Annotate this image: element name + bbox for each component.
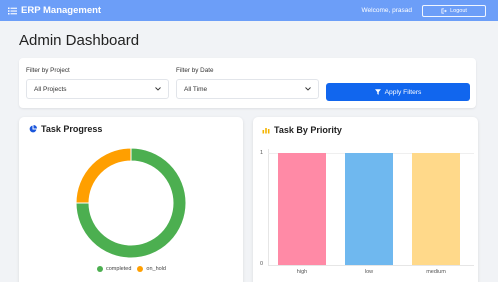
project-select-value: All Projects	[34, 85, 67, 93]
welcome-text: Welcome, prasad	[361, 7, 412, 14]
task-priority-card: Task By Priority	[253, 117, 478, 282]
brand[interactable]: ERP Management	[8, 5, 101, 16]
top-navbar: ERP Management Welcome, prasad Logout	[0, 0, 498, 21]
task-priority-title-text: Task By Priority	[274, 125, 342, 135]
task-priority-title: Task By Priority	[262, 125, 342, 135]
date-select-value: All Time	[184, 85, 208, 93]
filter-card: Filter by Project All Projects Filter by…	[19, 58, 476, 108]
apply-filters-button[interactable]: Apply Filters	[326, 83, 470, 101]
logout-icon	[441, 8, 447, 13]
legend-swatch-completed	[97, 266, 103, 272]
task-progress-legend: completed on_hold	[97, 266, 172, 272]
legend-label-on-hold: on_hold	[146, 266, 166, 272]
legend-label-completed: completed	[106, 266, 132, 272]
project-filter-label: Filter by Project	[26, 67, 70, 74]
donut-slice-on-hold[interactable]	[75, 147, 132, 204]
logout-button[interactable]: Logout	[422, 4, 486, 17]
brand-name: ERP Management	[21, 5, 102, 16]
task-progress-donut-chart	[75, 147, 187, 259]
legend-item-on-hold[interactable]: on_hold	[137, 266, 166, 272]
logout-label: Logout	[450, 7, 467, 14]
chevron-down-icon	[155, 87, 161, 91]
chevron-down-icon	[305, 87, 311, 91]
date-select[interactable]: All Time	[176, 79, 319, 99]
bar-chart-icon	[262, 128, 270, 134]
nav-right: Welcome, prasad Logout	[361, 4, 490, 17]
filter-icon	[374, 89, 381, 95]
task-progress-card: Task Progress	[19, 117, 243, 282]
apply-filters-label: Apply Filters	[384, 88, 422, 96]
list-icon	[8, 7, 17, 14]
legend-swatch-on-hold	[137, 266, 144, 272]
legend-item-completed[interactable]: completed	[97, 266, 131, 272]
page-title: Admin Dashboard	[19, 32, 140, 49]
project-select[interactable]: All Projects	[26, 79, 169, 99]
date-filter-label: Filter by Date	[176, 67, 214, 74]
